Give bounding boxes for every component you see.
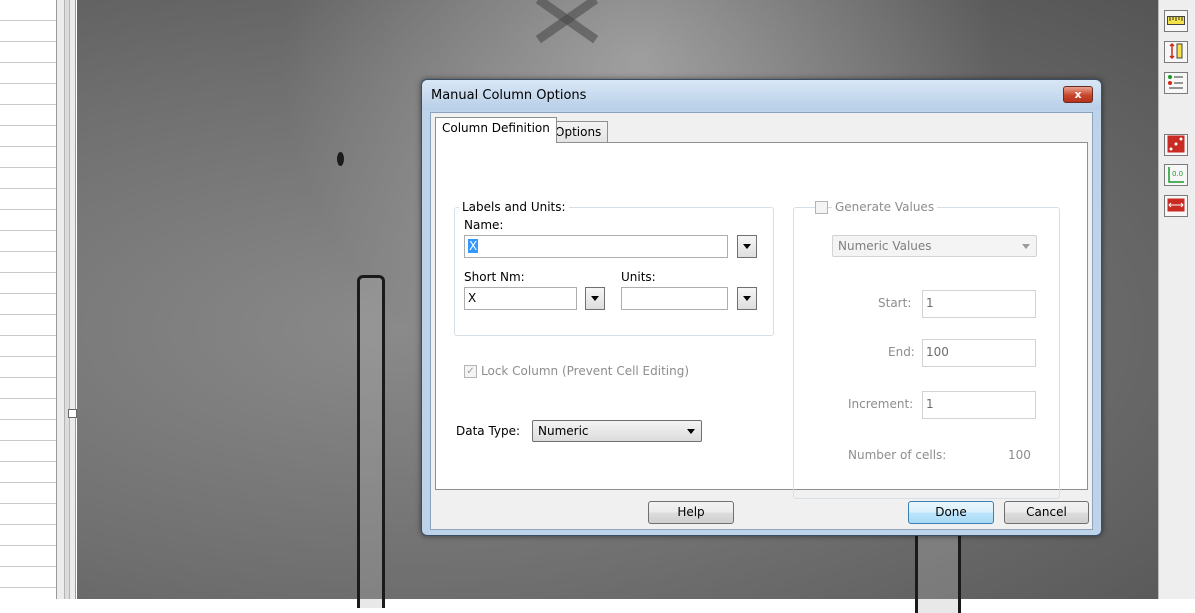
data-type-value: Numeric: [538, 424, 589, 438]
close-icon: x: [1074, 88, 1082, 101]
done-button-label: Done: [935, 505, 967, 519]
name-value: X: [468, 239, 479, 253]
chevron-down-icon: [743, 244, 751, 249]
units-field[interactable]: [621, 287, 728, 310]
chevron-down-icon: [591, 296, 599, 301]
data-type-label: Data Type:: [456, 424, 521, 438]
tab-label: Column Definition: [442, 121, 550, 135]
short-name-dropdown-button[interactable]: [585, 287, 605, 310]
horizontal-measure-icon: [1167, 198, 1185, 215]
generate-mode-value: Numeric Values: [838, 239, 932, 253]
column-definition-panel: Labels and Units: Name: X Short Nm: X Un…: [435, 142, 1088, 499]
data-type-select[interactable]: Numeric: [532, 420, 702, 442]
labels-units-group: Labels and Units: Name: X Short Nm: X Un…: [454, 200, 774, 336]
splitter-handle[interactable]: [68, 409, 77, 418]
generate-values-label: Generate Values: [832, 200, 938, 214]
table-splitter[interactable]: [56, 0, 76, 599]
capillary-tube: [357, 275, 385, 608]
end-value: 100: [926, 345, 949, 359]
name-field[interactable]: X: [464, 235, 728, 258]
origin-label: 0.0: [1172, 170, 1184, 178]
generate-values-group: Generate Values Numeric Values Start: 1 …: [793, 200, 1060, 499]
end-label: End:: [888, 345, 915, 359]
generate-values-checkbox[interactable]: [815, 201, 828, 214]
start-value: 1: [926, 296, 934, 310]
vertical-measure-button[interactable]: [1164, 41, 1188, 63]
generate-mode-select[interactable]: Numeric Values: [832, 235, 1037, 257]
increment-field[interactable]: 1: [922, 391, 1036, 419]
name-dropdown-button[interactable]: [737, 235, 757, 258]
short-name-value: X: [468, 291, 477, 305]
tab-label: Options: [555, 125, 602, 139]
chevron-down-icon: [743, 296, 751, 301]
close-button[interactable]: x: [1063, 86, 1093, 103]
lock-column-checkbox[interactable]: ✓: [464, 365, 477, 378]
help-button[interactable]: Help: [648, 501, 734, 524]
scatter-points-button[interactable]: [1164, 134, 1188, 156]
dialog-title: Manual Column Options: [431, 88, 587, 103]
dialog-body: Column Definition Options Labels and Uni…: [430, 112, 1093, 530]
right-toolbar: 0.0: [1158, 0, 1195, 599]
start-field[interactable]: 1: [922, 290, 1036, 318]
short-name-field[interactable]: X: [464, 287, 577, 310]
tab-options[interactable]: Options: [548, 121, 609, 143]
chevron-down-icon: [687, 429, 695, 434]
done-button[interactable]: Done: [908, 501, 994, 524]
image-particle: [337, 152, 344, 166]
short-name-label: Short Nm:: [464, 270, 525, 284]
data-table-rows[interactable]: [0, 0, 56, 599]
chevron-down-icon: [1022, 244, 1030, 249]
increment-value: 1: [926, 397, 934, 411]
group-label: Labels and Units:: [459, 200, 569, 214]
end-field[interactable]: 100: [922, 339, 1036, 367]
list-settings-icon: [1167, 73, 1185, 94]
units-label: Units:: [621, 270, 656, 284]
origin-axis-button[interactable]: 0.0: [1164, 164, 1188, 186]
tab-column-definition[interactable]: Column Definition: [435, 117, 557, 143]
checkmark-icon: ✓: [466, 366, 475, 377]
list-settings-button[interactable]: [1164, 72, 1188, 94]
ruler-button[interactable]: [1164, 10, 1188, 32]
help-button-label: Help: [677, 505, 705, 519]
scatter-points-icon: [1167, 135, 1185, 156]
cancel-button[interactable]: Cancel: [1004, 501, 1089, 524]
horizontal-measure-button[interactable]: [1164, 195, 1188, 217]
number-of-cells-value: 100: [1008, 448, 1031, 462]
vertical-measure-icon: [1167, 42, 1185, 63]
name-label: Name:: [464, 218, 504, 232]
start-label: Start:: [878, 296, 912, 310]
origin-axis-icon: 0.0: [1167, 166, 1185, 184]
capillary-tube: [915, 530, 961, 613]
lock-column-label: Lock Column (Prevent Cell Editing): [481, 364, 690, 378]
cancel-button-label: Cancel: [1026, 505, 1067, 519]
ruler-icon: [1167, 14, 1185, 29]
manual-column-options-dialog: Manual Column Options x Column Definitio…: [421, 79, 1102, 536]
number-of-cells-label: Number of cells:: [848, 448, 947, 462]
units-dropdown-button[interactable]: [737, 287, 757, 310]
increment-label: Increment:: [848, 397, 914, 411]
dialog-title-bar[interactable]: Manual Column Options x: [422, 80, 1101, 110]
